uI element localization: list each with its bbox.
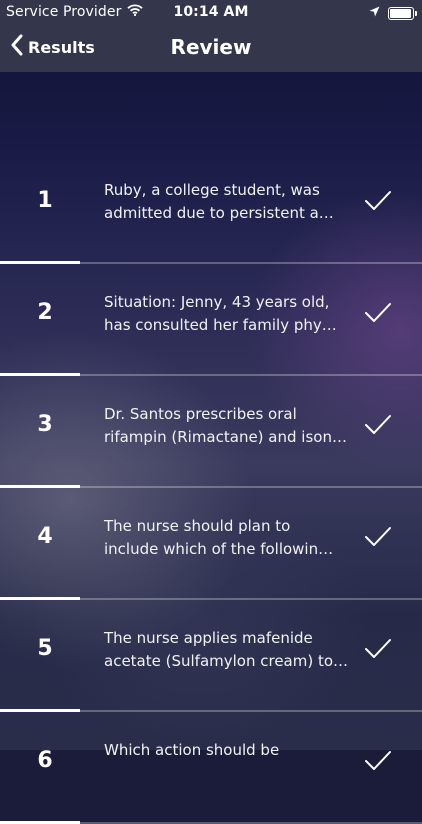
battery-icon xyxy=(388,6,417,20)
status-right xyxy=(369,5,417,21)
question-text: The nurse applies mafenide acetate (Sulf… xyxy=(104,627,349,673)
question-text: The nurse should plan to include which o… xyxy=(104,515,344,561)
checkmark-icon xyxy=(364,638,392,664)
question-text-line-2: admitted due to persistent a… xyxy=(104,204,334,222)
question-text-line-2: include which of the followin… xyxy=(104,540,334,558)
list-item[interactable]: 1 Ruby, a college student, was admitted … xyxy=(0,152,422,264)
page-title: Review xyxy=(170,35,252,59)
list-item[interactable]: 3 Dr. Santos prescribes oral rifampin (R… xyxy=(0,376,422,488)
question-text: Which action should be xyxy=(104,739,344,762)
question-text-line-1: Which action should be xyxy=(104,741,280,759)
question-number: 3 xyxy=(37,412,53,437)
question-text: Situation: Jenny, 43 years old, has cons… xyxy=(104,291,344,337)
question-number: 2 xyxy=(37,300,53,325)
question-text: Dr. Santos prescribes oral rifampin (Rim… xyxy=(104,403,347,449)
question-text-line-1: Situation: Jenny, 43 years old, xyxy=(104,293,330,311)
navigation-bar: Service Provider 10:14 AM Results Review xyxy=(0,0,422,72)
checkmark-icon xyxy=(364,190,392,216)
question-number: 1 xyxy=(37,188,53,213)
list-item[interactable]: 2 Situation: Jenny, 43 years old, has co… xyxy=(0,264,422,376)
checkmark-icon xyxy=(364,750,392,776)
location-arrow-icon xyxy=(369,5,380,21)
list-item[interactable]: 5 The nurse applies mafenide acetate (Su… xyxy=(0,600,422,712)
question-text-line-2: acetate (Sulfamylon cream) to… xyxy=(104,652,349,670)
question-text-line-1: The nurse should plan to xyxy=(104,517,291,535)
question-text-line-2: rifampin (Rimactane) and ison… xyxy=(104,428,347,446)
question-text-line-1: Dr. Santos prescribes oral xyxy=(104,405,297,423)
battery-level xyxy=(390,8,411,18)
status-time: 10:14 AM xyxy=(173,4,249,20)
checkmark-icon xyxy=(364,302,392,328)
question-number: 5 xyxy=(37,636,53,661)
question-number: 6 xyxy=(37,748,53,773)
question-text: Ruby, a college student, was admitted du… xyxy=(104,179,344,225)
question-text-line-2: has consulted her family phy… xyxy=(104,316,337,334)
question-number: 4 xyxy=(37,524,53,549)
checkmark-icon xyxy=(364,414,392,440)
checkmark-icon xyxy=(364,526,392,552)
question-text-line-1: The nurse applies mafenide xyxy=(104,629,313,647)
review-list: 1 Ruby, a college student, was admitted … xyxy=(0,152,422,824)
question-text-line-1: Ruby, a college student, was xyxy=(104,181,320,199)
list-item[interactable]: 6 Which action should be xyxy=(0,712,422,824)
status-bar: Service Provider 10:14 AM xyxy=(0,0,422,26)
list-item[interactable]: 4 The nurse should plan to include which… xyxy=(0,488,422,600)
